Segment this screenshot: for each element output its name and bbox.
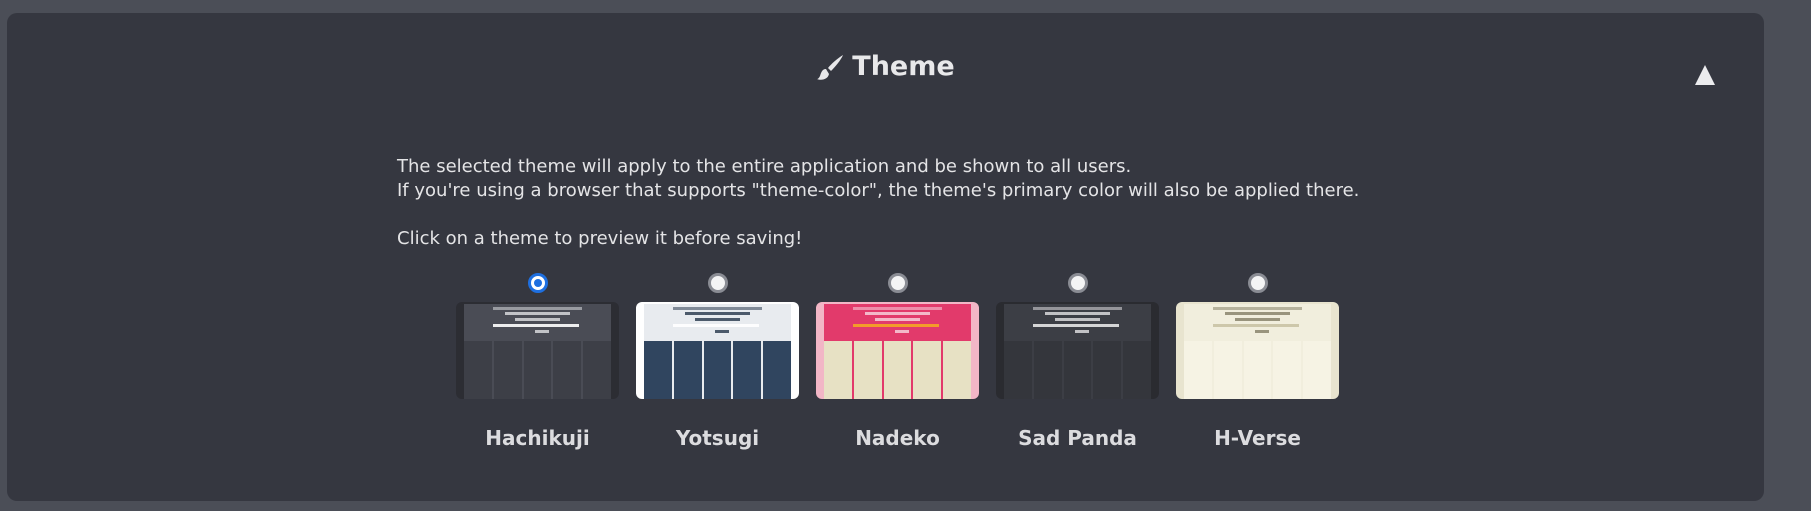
theme-preview-thumbnail[interactable] (816, 302, 979, 399)
theme-option[interactable]: Nadeko (816, 273, 979, 450)
description-line-3: Click on a theme to preview it before sa… (397, 228, 803, 249)
theme-preview-thumbnail[interactable] (456, 302, 619, 399)
collapse-toggle-icon[interactable] (1695, 65, 1715, 85)
theme-preview-thumbnail[interactable] (1176, 302, 1339, 399)
theme-radio[interactable] (1067, 273, 1088, 293)
panel-header: Theme (7, 51, 1764, 82)
theme-label: Yotsugi (675, 426, 760, 450)
theme-radio[interactable] (707, 273, 728, 293)
theme-preview-thumbnail[interactable] (996, 302, 1159, 399)
description-line-2: If you're using a browser that supports … (397, 180, 1360, 201)
page-title: Theme (852, 51, 955, 82)
theme-radio[interactable] (527, 273, 548, 293)
theme-label: Nadeko (855, 426, 940, 450)
description: The selected theme will apply to the ent… (397, 155, 1359, 251)
theme-radio[interactable] (1247, 273, 1268, 293)
theme-panel: Theme The selected theme will apply to t… (7, 13, 1764, 501)
theme-label: H-Verse (1214, 426, 1301, 450)
theme-option[interactable]: Yotsugi (636, 273, 799, 450)
description-line-1: The selected theme will apply to the ent… (397, 156, 1132, 177)
theme-label: Hachikuji (485, 426, 590, 450)
theme-options: Hachikuji Yotsugi Nadeko Sad Panda H-Verse (456, 273, 1356, 450)
theme-option[interactable]: H-Verse (1176, 273, 1339, 450)
theme-label: Sad Panda (1018, 426, 1137, 450)
theme-option[interactable]: Hachikuji (456, 273, 619, 450)
theme-radio[interactable] (887, 273, 908, 293)
theme-preview-thumbnail[interactable] (636, 302, 799, 399)
paintbrush-icon (817, 54, 844, 80)
theme-option[interactable]: Sad Panda (996, 273, 1159, 450)
